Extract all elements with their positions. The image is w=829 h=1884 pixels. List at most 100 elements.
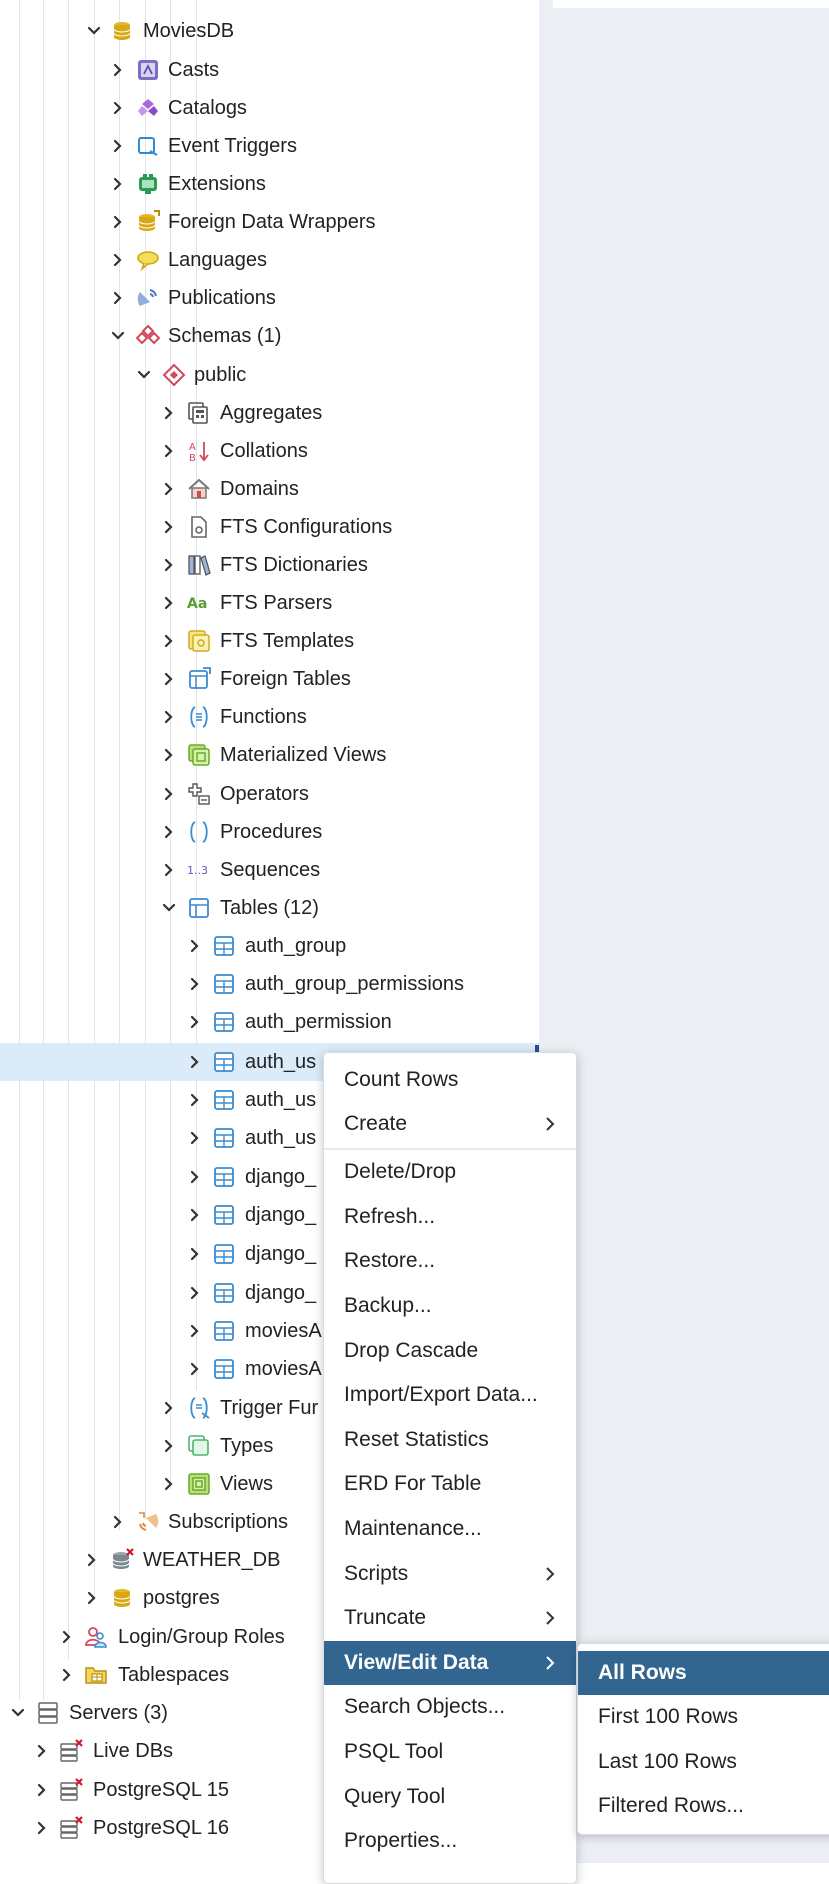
tree-node-casts[interactable]: Casts — [0, 51, 539, 89]
tree-node-fts-templates[interactable]: FTS Templates — [0, 622, 539, 660]
chevron-right-icon[interactable] — [159, 403, 179, 423]
menu-item-truncate[interactable]: Truncate — [324, 1596, 576, 1640]
chevron-right-icon[interactable] — [185, 1167, 205, 1187]
menu-item-psql-tool[interactable]: PSQL Tool — [324, 1730, 576, 1774]
chevron-right-icon[interactable] — [159, 1398, 179, 1418]
chevron-right-icon[interactable] — [32, 1741, 52, 1761]
tree-node-schemas[interactable]: Schemas (1) — [0, 317, 539, 355]
chevron-right-icon[interactable] — [185, 1052, 205, 1072]
tree-node-functions[interactable]: Functions — [0, 698, 539, 736]
chevron-right-icon[interactable] — [108, 136, 128, 156]
chevron-right-icon[interactable] — [185, 1283, 205, 1303]
tree-node-event-triggers[interactable]: Event Triggers — [0, 127, 539, 165]
menu-item-scripts[interactable]: Scripts — [324, 1552, 576, 1596]
chevron-right-icon[interactable] — [108, 98, 128, 118]
chevron-right-icon[interactable] — [108, 250, 128, 270]
chevron-right-icon[interactable] — [159, 1436, 179, 1456]
chevron-right-icon[interactable] — [32, 1818, 52, 1838]
chevron-right-icon[interactable] — [185, 974, 205, 994]
chevron-right-icon[interactable] — [185, 1244, 205, 1264]
menu-item-import-export[interactable]: Import/Export Data... — [324, 1373, 576, 1417]
tree-node-procedures[interactable]: Procedures — [0, 813, 539, 851]
menu-item-backup[interactable]: Backup... — [324, 1284, 576, 1328]
menu-item-view-edit-data[interactable]: View/Edit Data — [324, 1641, 576, 1685]
chevron-right-icon[interactable] — [185, 936, 205, 956]
chevron-right-icon[interactable] — [159, 1474, 179, 1494]
tree-node-table[interactable]: auth_permission — [0, 1003, 539, 1041]
menu-item-count-rows[interactable]: Count Rows — [324, 1058, 576, 1102]
chevron-right-icon[interactable] — [185, 1205, 205, 1225]
menu-item-properties[interactable]: Properties... — [324, 1819, 576, 1863]
tree-node-moviesdb[interactable]: MoviesDB — [0, 12, 539, 50]
tree-node-fts-configurations[interactable]: FTS Configurations — [0, 508, 539, 546]
chevron-right-icon[interactable] — [82, 1550, 102, 1570]
menu-item-maintenance[interactable]: Maintenance... — [324, 1507, 576, 1551]
chevron-down-icon[interactable] — [8, 1703, 28, 1723]
tree-node-tables[interactable]: Tables (12) — [0, 889, 539, 927]
tree-node-extensions[interactable]: Extensions — [0, 165, 539, 203]
chevron-right-icon[interactable] — [108, 174, 128, 194]
tree-node-collations[interactable]: AB Collations — [0, 432, 539, 470]
chevron-down-icon[interactable] — [134, 365, 154, 385]
menu-item-restore[interactable]: Restore... — [324, 1239, 576, 1283]
menu-item-reset-statistics[interactable]: Reset Statistics — [324, 1418, 576, 1462]
chevron-down-icon[interactable] — [108, 326, 128, 346]
menu-item-erd-for-table[interactable]: ERD For Table — [324, 1462, 576, 1506]
chevron-right-icon[interactable] — [108, 288, 128, 308]
chevron-down-icon[interactable] — [84, 21, 104, 41]
tree-node-sequences[interactable]: 1..3 Sequences — [0, 851, 539, 889]
chevron-down-icon[interactable] — [159, 898, 179, 918]
chevron-right-icon[interactable] — [185, 1012, 205, 1032]
chevron-right-icon[interactable] — [185, 1359, 205, 1379]
chevron-right-icon[interactable] — [159, 860, 179, 880]
chevron-right-icon[interactable] — [159, 822, 179, 842]
chevron-right-icon[interactable] — [159, 669, 179, 689]
chevron-right-icon[interactable] — [185, 1128, 205, 1148]
menu-item-refresh[interactable]: Refresh... — [324, 1195, 576, 1239]
chevron-right-icon[interactable] — [159, 441, 179, 461]
chevron-right-icon[interactable] — [108, 212, 128, 232]
chevron-right-icon[interactable] — [57, 1665, 77, 1685]
tree-node-materialized-views[interactable]: Materialized Views — [0, 736, 539, 774]
tree-node-aggregates[interactable]: Aggregates — [0, 394, 539, 432]
chevron-right-icon[interactable] — [159, 517, 179, 537]
chevron-right-icon[interactable] — [82, 1588, 102, 1608]
tree-node-domains[interactable]: Domains — [0, 470, 539, 508]
menu-item-search-objects[interactable]: Search Objects... — [324, 1685, 576, 1729]
chevron-right-icon[interactable] — [32, 1780, 52, 1800]
type-icon — [187, 1434, 211, 1458]
chevron-right-icon[interactable] — [159, 631, 179, 651]
chevron-right-icon[interactable] — [159, 555, 179, 575]
tree-node-fts-parsers[interactable]: Aa FTS Parsers — [0, 584, 539, 622]
tree-node-label: Collations — [220, 440, 308, 462]
menu-item-delete-drop[interactable]: Delete/Drop — [324, 1150, 576, 1194]
tree-node-languages[interactable]: Languages — [0, 241, 539, 279]
chevron-right-icon[interactable] — [159, 745, 179, 765]
tree-node-public-schema[interactable]: public — [0, 356, 539, 394]
tree-node-foreign-data-wrappers[interactable]: Foreign Data Wrappers — [0, 203, 539, 241]
catalog-icon — [136, 96, 160, 120]
tree-node-operators[interactable]: Operators — [0, 775, 539, 813]
chevron-right-icon[interactable] — [159, 479, 179, 499]
chevron-right-icon[interactable] — [159, 593, 179, 613]
chevron-right-icon[interactable] — [108, 60, 128, 80]
tree-node-catalogs[interactable]: Catalogs — [0, 89, 539, 127]
submenu-item-last-100-rows[interactable]: Last 100 Rows — [578, 1740, 829, 1784]
tree-node-table[interactable]: auth_group_permissions — [0, 965, 539, 1003]
chevron-right-icon[interactable] — [159, 784, 179, 804]
tree-node-publications[interactable]: Publications — [0, 279, 539, 317]
tree-node-fts-dictionaries[interactable]: FTS Dictionaries — [0, 546, 539, 584]
chevron-right-icon[interactable] — [57, 1627, 77, 1647]
chevron-right-icon[interactable] — [108, 1512, 128, 1532]
submenu-item-first-100-rows[interactable]: First 100 Rows — [578, 1695, 829, 1739]
menu-item-create[interactable]: Create — [324, 1102, 576, 1146]
submenu-item-all-rows[interactable]: All Rows — [578, 1651, 829, 1695]
chevron-right-icon[interactable] — [185, 1090, 205, 1110]
menu-item-query-tool[interactable]: Query Tool — [324, 1775, 576, 1819]
menu-item-drop-cascade[interactable]: Drop Cascade — [324, 1329, 576, 1373]
submenu-item-filtered-rows[interactable]: Filtered Rows... — [578, 1784, 829, 1828]
chevron-right-icon[interactable] — [185, 1321, 205, 1341]
tree-node-table[interactable]: auth_group — [0, 927, 539, 965]
chevron-right-icon[interactable] — [159, 707, 179, 727]
tree-node-foreign-tables[interactable]: Foreign Tables — [0, 660, 539, 698]
